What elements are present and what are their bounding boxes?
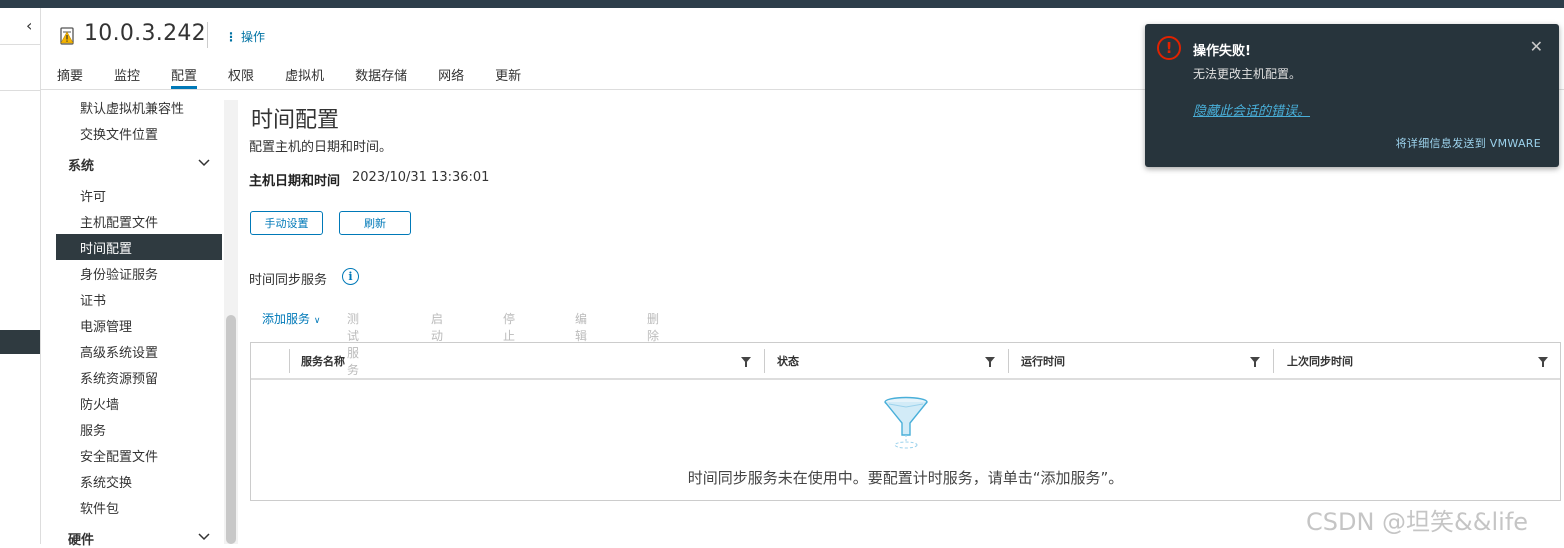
nav-group-system[interactable]: 系统 <box>68 155 94 174</box>
host-title: 10.0.3.242 <box>84 21 206 46</box>
info-icon[interactable]: i <box>342 268 359 285</box>
nav-item-advanced-settings[interactable]: 高级系统设置 <box>80 342 158 361</box>
manual-set-button[interactable]: 手动设置 <box>250 211 323 235</box>
edit-button[interactable]: 编辑 <box>575 310 587 344</box>
close-icon[interactable]: ✕ <box>1530 37 1543 56</box>
filter-icon[interactable] <box>1538 357 1548 367</box>
nav-divider <box>0 90 41 91</box>
column-separator[interactable] <box>1008 349 1009 373</box>
tab-monitor[interactable]: 监控 <box>114 65 140 89</box>
empty-funnel-icon <box>884 396 928 449</box>
start-button[interactable]: 启动 <box>431 310 443 344</box>
add-service-label: 添加服务 <box>262 312 311 326</box>
hide-errors-link[interactable]: 隐藏此会话的错误。 <box>1193 100 1310 119</box>
top-bar <box>0 0 1564 8</box>
filter-icon[interactable] <box>741 357 751 367</box>
nav-item-certificate[interactable]: 证书 <box>80 290 106 309</box>
nav-item-packages[interactable]: 软件包 <box>80 498 119 517</box>
nav-item-host-profile[interactable]: 主机配置文件 <box>80 212 158 231</box>
header-divider <box>207 22 208 48</box>
nav-item-resource-reservation[interactable]: 系统资源预留 <box>80 368 158 387</box>
tab-permissions[interactable]: 权限 <box>228 65 254 89</box>
datetime-label: 主机日期和时间 <box>249 174 341 189</box>
grid-header: 服务名称 状态 运行时间 上次同步时间 <box>251 343 1560 380</box>
chevron-down-icon[interactable] <box>198 159 210 167</box>
actions-label: 操作 <box>241 30 266 44</box>
left-navigator: ‹ <box>0 8 41 544</box>
column-uptime[interactable]: 运行时间 <box>1021 343 1065 379</box>
tab-updates[interactable]: 更新 <box>495 65 521 89</box>
nav-group-hardware[interactable]: 硬件 <box>68 529 94 548</box>
delete-button[interactable]: 删除 <box>647 310 659 344</box>
nav-item-default-vm-compat[interactable]: 默认虚拟机兼容性 <box>80 98 184 117</box>
nav-item-firewall[interactable]: 防火墙 <box>80 394 119 413</box>
watermark: CSDN @坦笑&&life <box>1306 508 1529 536</box>
collapse-chevron-icon[interactable]: ‹ <box>26 16 32 35</box>
column-separator[interactable] <box>764 349 765 373</box>
column-last-sync[interactable]: 上次同步时间 <box>1287 343 1353 379</box>
error-icon: ! <box>1157 36 1181 60</box>
config-sidenav: 默认虚拟机兼容性 交换文件位置 系统 许可 主机配置文件 时间配置 身份验证服务… <box>41 90 238 548</box>
services-grid: 服务名称 状态 运行时间 上次同步时间 时间同步服务未在使用中。要配置计时服务，… <box>250 342 1561 501</box>
actions-menu[interactable]: ⋮ 操作 <box>225 28 265 45</box>
nav-divider <box>0 44 41 45</box>
sync-services-title: 时间同步服务 <box>249 273 328 288</box>
host-warning-icon <box>60 27 74 45</box>
datetime-value: 2023/10/31 13:36:01 <box>352 170 490 185</box>
column-status[interactable]: 状态 <box>777 343 799 379</box>
page-description: 配置主机的日期和时间。 <box>249 140 393 155</box>
toast-title: 操作失败! <box>1193 44 1251 59</box>
nav-item-auth-services[interactable]: 身份验证服务 <box>80 264 158 283</box>
column-separator[interactable] <box>1273 349 1274 373</box>
tab-configure[interactable]: 配置 <box>171 65 198 89</box>
filter-icon[interactable] <box>1250 357 1260 367</box>
tab-bar: 摘要 监控 配置 权限 虚拟机 数据存储 网络 更新 <box>57 65 552 89</box>
left-nav-selected-row[interactable] <box>0 330 40 354</box>
chevron-down-icon: ∨ <box>313 316 321 326</box>
chevron-down-icon[interactable] <box>198 533 210 541</box>
nav-item-services[interactable]: 服务 <box>80 420 106 439</box>
filter-icon[interactable] <box>985 357 995 367</box>
column-separator[interactable] <box>289 349 290 373</box>
nav-item-time-config[interactable]: 时间配置 <box>80 238 132 257</box>
nav-item-security-profile[interactable]: 安全配置文件 <box>80 446 158 465</box>
refresh-button[interactable]: 刷新 <box>339 211 411 235</box>
page-title: 时间配置 <box>251 108 340 133</box>
tab-networks[interactable]: 网络 <box>438 65 464 89</box>
add-service-button[interactable]: 添加服务 ∨ <box>262 310 320 327</box>
toast-message: 无法更改主机配置。 <box>1193 67 1302 81</box>
nav-item-licensing[interactable]: 许可 <box>80 186 106 205</box>
nav-item-swap-location[interactable]: 交换文件位置 <box>80 124 158 143</box>
tab-vms[interactable]: 虚拟机 <box>285 65 324 89</box>
stop-button[interactable]: 停止 <box>503 310 515 344</box>
column-service-name[interactable]: 服务名称 <box>301 343 345 379</box>
empty-message: 时间同步服务未在使用中。要配置计时服务，请单击“添加服务”。 <box>687 469 1124 487</box>
send-details-link[interactable]: 将详细信息发送到 VMWARE <box>1396 135 1541 151</box>
nav-item-system-swap[interactable]: 系统交换 <box>80 472 132 491</box>
error-toast: ! 操作失败! 无法更改主机配置。 隐藏此会话的错误。 将详细信息发送到 VMW… <box>1145 24 1559 167</box>
sidenav-scroll-thumb[interactable] <box>226 315 236 544</box>
nav-item-power-mgmt[interactable]: 电源管理 <box>80 316 132 335</box>
more-vertical-icon: ⋮ <box>225 30 237 44</box>
tab-summary[interactable]: 摘要 <box>57 65 83 89</box>
services-toolbar: 添加服务 ∨ 测试服务 启动 停止 编辑 删除 <box>262 310 659 377</box>
tab-datastores[interactable]: 数据存储 <box>355 65 407 89</box>
